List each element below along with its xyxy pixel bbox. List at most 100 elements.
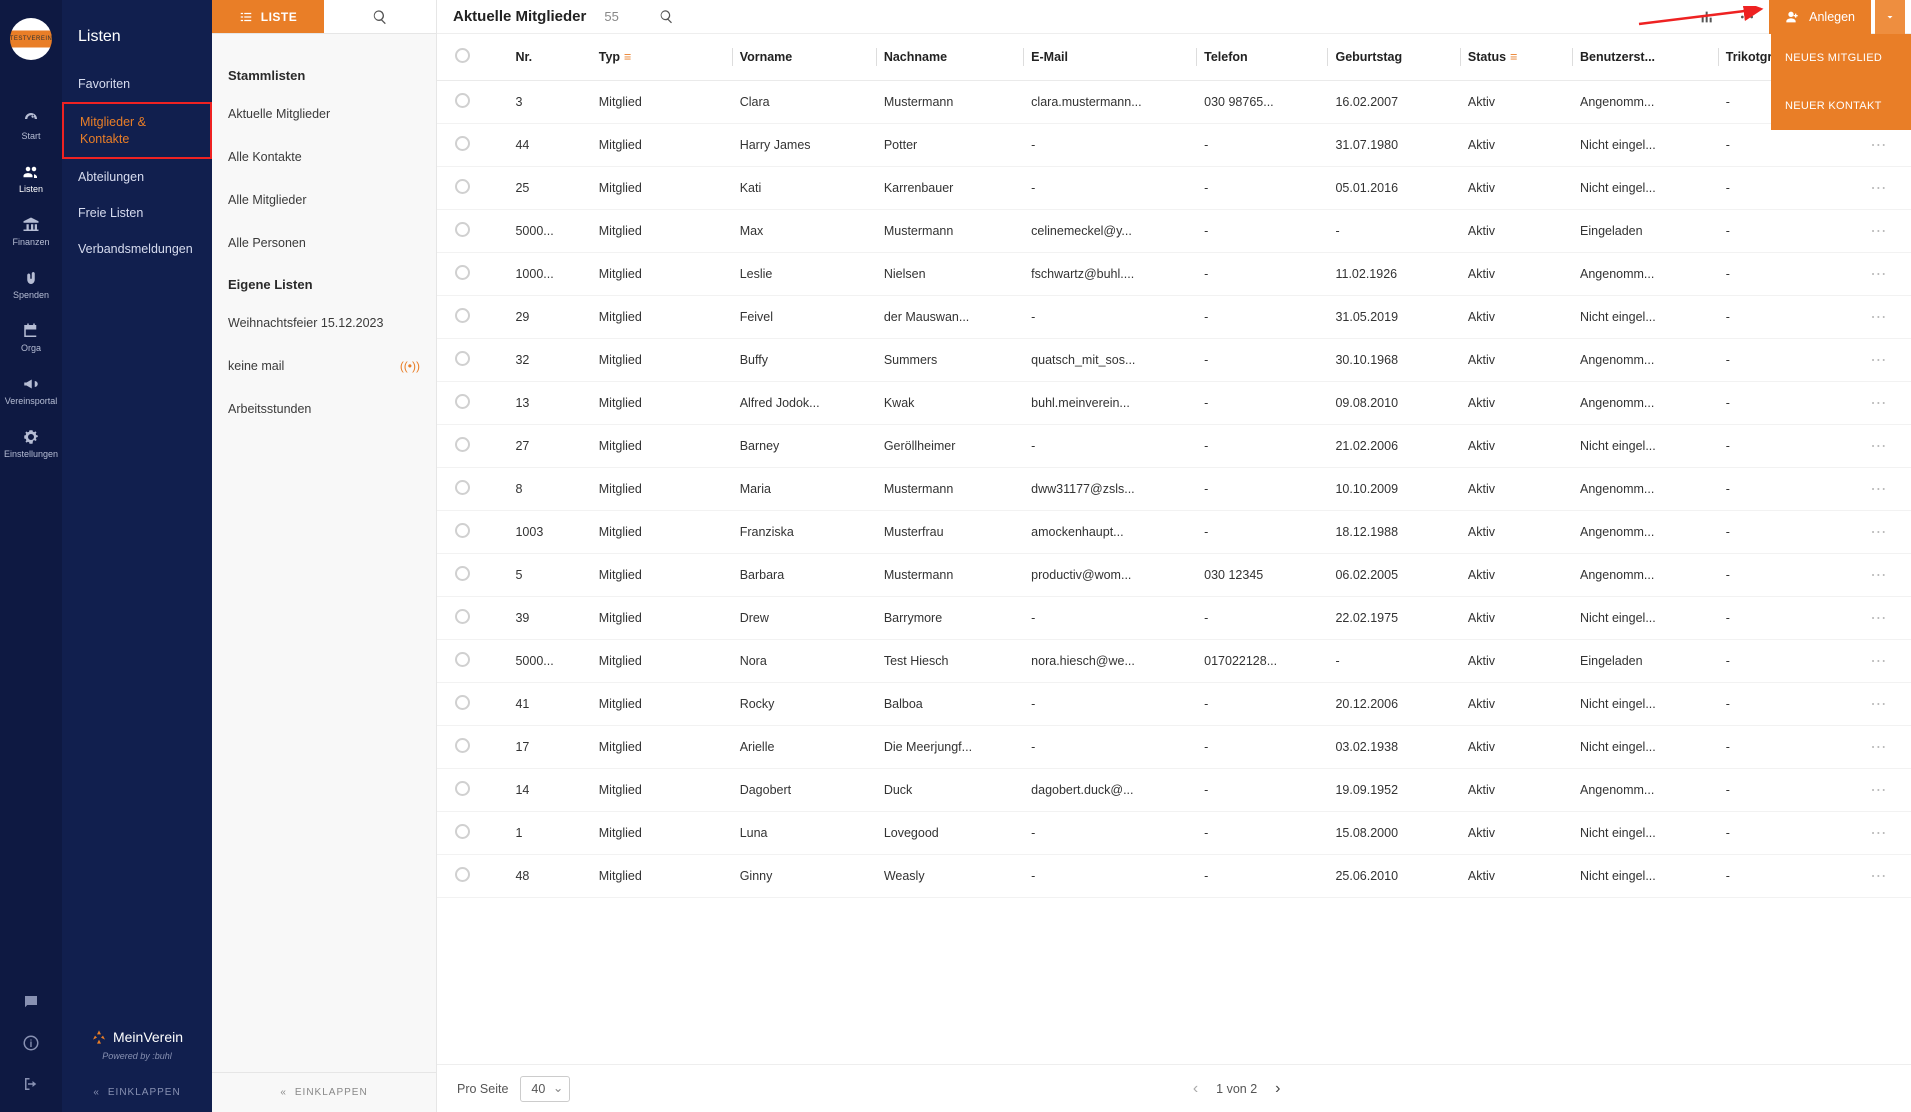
row-checkbox[interactable] bbox=[455, 308, 470, 323]
dropdown-item[interactable]: NEUER KONTAKT bbox=[1771, 82, 1911, 130]
dropdown-item[interactable]: NEUES MITGLIED bbox=[1771, 34, 1911, 82]
list-item[interactable]: Weihnachtsfeier 15.12.2023 bbox=[212, 302, 436, 345]
column-header-geburtstag[interactable]: Geburtstag bbox=[1327, 34, 1459, 81]
column-header-telefon[interactable]: Telefon bbox=[1196, 34, 1327, 81]
row-menu-button[interactable]: ⋯ bbox=[1870, 567, 1887, 584]
row-menu-button[interactable]: ⋯ bbox=[1870, 395, 1887, 412]
row-menu-button[interactable]: ⋯ bbox=[1870, 266, 1887, 283]
row-checkbox[interactable] bbox=[455, 179, 470, 194]
rail-item-spenden[interactable]: Spenden bbox=[13, 269, 49, 300]
row-menu-button[interactable]: ⋯ bbox=[1870, 696, 1887, 713]
row-checkbox[interactable] bbox=[455, 394, 470, 409]
rail-item-start[interactable]: Start bbox=[21, 110, 40, 141]
row-menu-button[interactable]: ⋯ bbox=[1870, 782, 1887, 799]
table-row[interactable]: 29 Mitglied Feivel der Mauswan... - - 31… bbox=[437, 296, 1911, 339]
row-checkbox[interactable] bbox=[455, 781, 470, 796]
secondary-nav-item[interactable]: Abteilungen bbox=[62, 159, 212, 195]
row-checkbox[interactable] bbox=[455, 265, 470, 280]
row-checkbox[interactable] bbox=[455, 566, 470, 581]
liste-tab[interactable]: LISTE bbox=[212, 0, 324, 33]
table-row[interactable]: 27 Mitglied Barney Geröllheimer - - 21.0… bbox=[437, 425, 1911, 468]
anlegen-dropdown-toggle[interactable] bbox=[1875, 0, 1905, 34]
column-header-email[interactable]: E-Mail bbox=[1023, 34, 1196, 81]
table-row[interactable]: 5000... Mitglied Nora Test Hiesch nora.h… bbox=[437, 640, 1911, 683]
row-menu-button[interactable]: ⋯ bbox=[1870, 438, 1887, 455]
list-search-button[interactable] bbox=[324, 0, 436, 33]
row-menu-button[interactable]: ⋯ bbox=[1870, 180, 1887, 197]
table-row[interactable]: 39 Mitglied Drew Barrymore - - 22.02.197… bbox=[437, 597, 1911, 640]
select-all-checkbox[interactable] bbox=[455, 48, 470, 63]
chart-button[interactable] bbox=[1689, 0, 1725, 34]
table-row[interactable]: 3 Mitglied Clara Mustermann clara.muster… bbox=[437, 81, 1911, 124]
list-item[interactable]: Alle Personen bbox=[212, 222, 436, 265]
column-header-benutzerstatus[interactable]: Benutzerst... bbox=[1572, 34, 1718, 81]
more-button[interactable] bbox=[1729, 0, 1765, 34]
row-checkbox[interactable] bbox=[455, 523, 470, 538]
list-item[interactable]: Aktuelle Mitglieder bbox=[212, 93, 436, 136]
column-header-vorname[interactable]: Vorname bbox=[732, 34, 876, 81]
collapse-list-panel-button[interactable]: « EINKLAPPEN bbox=[212, 1072, 436, 1112]
row-menu-button[interactable]: ⋯ bbox=[1870, 868, 1887, 885]
row-menu-button[interactable]: ⋯ bbox=[1870, 653, 1887, 670]
table-row[interactable]: 1 Mitglied Luna Lovegood - - 15.08.2000 … bbox=[437, 812, 1911, 855]
row-menu-button[interactable]: ⋯ bbox=[1870, 739, 1887, 756]
table-search-button[interactable] bbox=[653, 3, 681, 31]
secondary-nav-item[interactable]: Freie Listen bbox=[62, 195, 212, 231]
row-checkbox[interactable] bbox=[455, 652, 470, 667]
column-header-typ[interactable]: Typ≡ bbox=[591, 34, 732, 81]
row-menu-button[interactable]: ⋯ bbox=[1870, 223, 1887, 240]
table-row[interactable]: 1003 Mitglied Franziska Musterfrau amock… bbox=[437, 511, 1911, 554]
collapse-secondary-nav-button[interactable]: « EINKLAPPEN bbox=[62, 1073, 212, 1112]
table-row[interactable]: 14 Mitglied Dagobert Duck dagobert.duck@… bbox=[437, 769, 1911, 812]
table-row[interactable]: 17 Mitglied Arielle Die Meerjungf... - -… bbox=[437, 726, 1911, 769]
table-row[interactable]: 13 Mitglied Alfred Jodok... Kwak buhl.me… bbox=[437, 382, 1911, 425]
row-menu-button[interactable]: ⋯ bbox=[1870, 610, 1887, 627]
info-icon[interactable]: i bbox=[22, 1034, 40, 1055]
table-row[interactable]: 8 Mitglied Maria Mustermann dww31177@zsl… bbox=[437, 468, 1911, 511]
table-row[interactable]: 48 Mitglied Ginny Weasly - - 25.06.2010 … bbox=[437, 855, 1911, 898]
column-header-nr[interactable]: Nr. bbox=[507, 34, 590, 81]
row-menu-button[interactable]: ⋯ bbox=[1870, 309, 1887, 326]
row-checkbox[interactable] bbox=[455, 136, 470, 151]
list-item[interactable]: keine mail((•)) bbox=[212, 345, 436, 388]
list-item[interactable]: Arbeitsstunden bbox=[212, 388, 436, 431]
row-menu-button[interactable]: ⋯ bbox=[1870, 352, 1887, 369]
row-menu-button[interactable]: ⋯ bbox=[1870, 481, 1887, 498]
rail-item-orga[interactable]: Orga bbox=[21, 322, 41, 353]
list-item[interactable]: Alle Mitglieder bbox=[212, 179, 436, 222]
row-checkbox[interactable] bbox=[455, 93, 470, 108]
logout-icon[interactable] bbox=[22, 1075, 40, 1096]
row-checkbox[interactable] bbox=[455, 351, 470, 366]
secondary-nav-item[interactable]: Favoriten bbox=[62, 66, 212, 102]
secondary-nav-item[interactable]: Verbandsmeldungen bbox=[62, 231, 212, 267]
page-next-button[interactable]: › bbox=[1275, 1080, 1280, 1098]
table-row[interactable]: 32 Mitglied Buffy Summers quatsch_mit_so… bbox=[437, 339, 1911, 382]
column-header-nachname[interactable]: Nachname bbox=[876, 34, 1023, 81]
chat-icon[interactable] bbox=[22, 993, 40, 1014]
rail-item-finanzen[interactable]: Finanzen bbox=[12, 216, 49, 247]
row-checkbox[interactable] bbox=[455, 437, 470, 452]
list-item[interactable]: Alle Kontakte bbox=[212, 136, 436, 179]
rail-item-vereinsportal[interactable]: Vereinsportal bbox=[5, 375, 58, 406]
row-checkbox[interactable] bbox=[455, 480, 470, 495]
row-menu-button[interactable]: ⋯ bbox=[1870, 137, 1887, 154]
per-page-select[interactable]: 40 bbox=[520, 1076, 570, 1102]
table-row[interactable]: 41 Mitglied Rocky Balboa - - 20.12.2006 … bbox=[437, 683, 1911, 726]
row-checkbox[interactable] bbox=[455, 609, 470, 624]
table-row[interactable]: 44 Mitglied Harry James Potter - - 31.07… bbox=[437, 124, 1911, 167]
row-checkbox[interactable] bbox=[455, 824, 470, 839]
rail-item-listen[interactable]: Listen bbox=[19, 163, 43, 194]
row-menu-button[interactable]: ⋯ bbox=[1870, 825, 1887, 842]
page-prev-button[interactable]: ‹ bbox=[1193, 1080, 1198, 1098]
rail-item-einstellungen[interactable]: Einstellungen bbox=[4, 428, 58, 459]
anlegen-button[interactable]: Anlegen bbox=[1769, 0, 1871, 34]
table-row[interactable]: 5 Mitglied Barbara Mustermann productiv@… bbox=[437, 554, 1911, 597]
row-menu-button[interactable]: ⋯ bbox=[1870, 524, 1887, 541]
table-row[interactable]: 25 Mitglied Kati Karrenbauer - - 05.01.2… bbox=[437, 167, 1911, 210]
table-row[interactable]: 1000... Mitglied Leslie Nielsen fschwart… bbox=[437, 253, 1911, 296]
secondary-nav-item[interactable]: Mitglieder & Kontakte bbox=[62, 102, 212, 159]
table-row[interactable]: 5000... Mitglied Max Mustermann celineme… bbox=[437, 210, 1911, 253]
row-checkbox[interactable] bbox=[455, 867, 470, 882]
row-checkbox[interactable] bbox=[455, 222, 470, 237]
row-checkbox[interactable] bbox=[455, 738, 470, 753]
